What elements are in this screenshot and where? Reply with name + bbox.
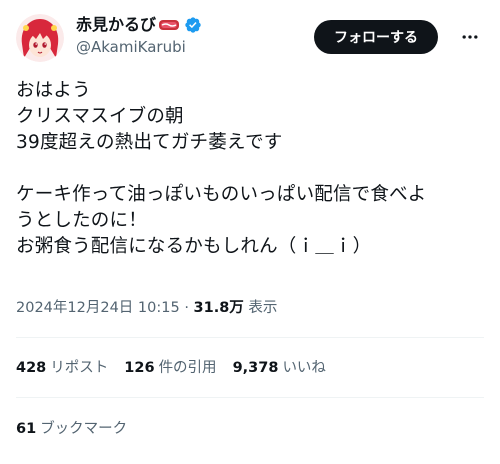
author-handle[interactable]: @AkamiKarubi <box>76 37 296 57</box>
avatar-image <box>16 14 64 62</box>
tweet-line: 39度超えの熱出てガチ萎えです <box>16 132 283 153</box>
follow-button[interactable]: フォローする <box>314 20 438 54</box>
divider <box>16 397 484 398</box>
engagement-stats: 428 リポスト 126 件の引用 9,378 いいね <box>16 356 342 377</box>
tweet-meta: 2024年12月24日 10:15 · 31.8万 表示 <box>16 296 277 317</box>
author-name-row: 赤見かるび <box>76 15 296 35</box>
author-info: 赤見かるび @AkamiKarubi <box>76 15 296 57</box>
bookmarks-stat[interactable]: 61 ブックマーク <box>16 417 127 438</box>
reposts-stat[interactable]: 428 リポスト <box>16 356 108 377</box>
views-count: 31.8万 <box>193 300 244 316</box>
tweet-timestamp[interactable]: 2024年12月24日 10:15 <box>16 300 180 316</box>
meat-icon <box>159 20 180 30</box>
quotes-count: 126 <box>124 360 155 376</box>
likes-label: いいね <box>282 360 326 376</box>
divider <box>16 337 484 338</box>
likes-count: 9,378 <box>232 360 279 376</box>
reposts-count: 428 <box>16 360 47 376</box>
tweet-text: おはよう クリスマスイブの朝 39度超えの熱出てガチ萎えです ケーキ作って油っぽ… <box>16 78 484 260</box>
more-button[interactable] <box>456 23 484 51</box>
tweet-line: おはよう <box>16 80 91 101</box>
likes-stat[interactable]: 9,378 いいね <box>233 356 326 377</box>
tweet-line: ケーキ作って油っぽいものいっぱい配信で食べよ <box>16 184 427 205</box>
meta-separator: · <box>184 300 189 316</box>
views-label: 表示 <box>248 300 278 316</box>
quotes-stat[interactable]: 126 件の引用 <box>124 356 216 377</box>
quotes-label: 件の引用 <box>158 360 217 376</box>
author-display-name[interactable]: 赤見かるび <box>76 15 156 35</box>
reposts-label: リポスト <box>50 360 109 376</box>
tweet-header: 赤見かるび @AkamiKarubi フォローする <box>16 14 484 62</box>
verified-badge-icon[interactable] <box>184 16 202 34</box>
more-horizontal-icon <box>462 35 478 39</box>
tweet-line: クリスマスイブの朝 <box>16 106 184 127</box>
bookmarks-label: ブックマーク <box>40 421 128 437</box>
tweet-line: うとしたのに！ <box>16 210 147 231</box>
avatar[interactable] <box>16 14 64 62</box>
bookmarks-count: 61 <box>16 421 37 437</box>
tweet-line: お粥食う配信になるかもしれん（ｉ＿ｉ） <box>16 236 372 257</box>
